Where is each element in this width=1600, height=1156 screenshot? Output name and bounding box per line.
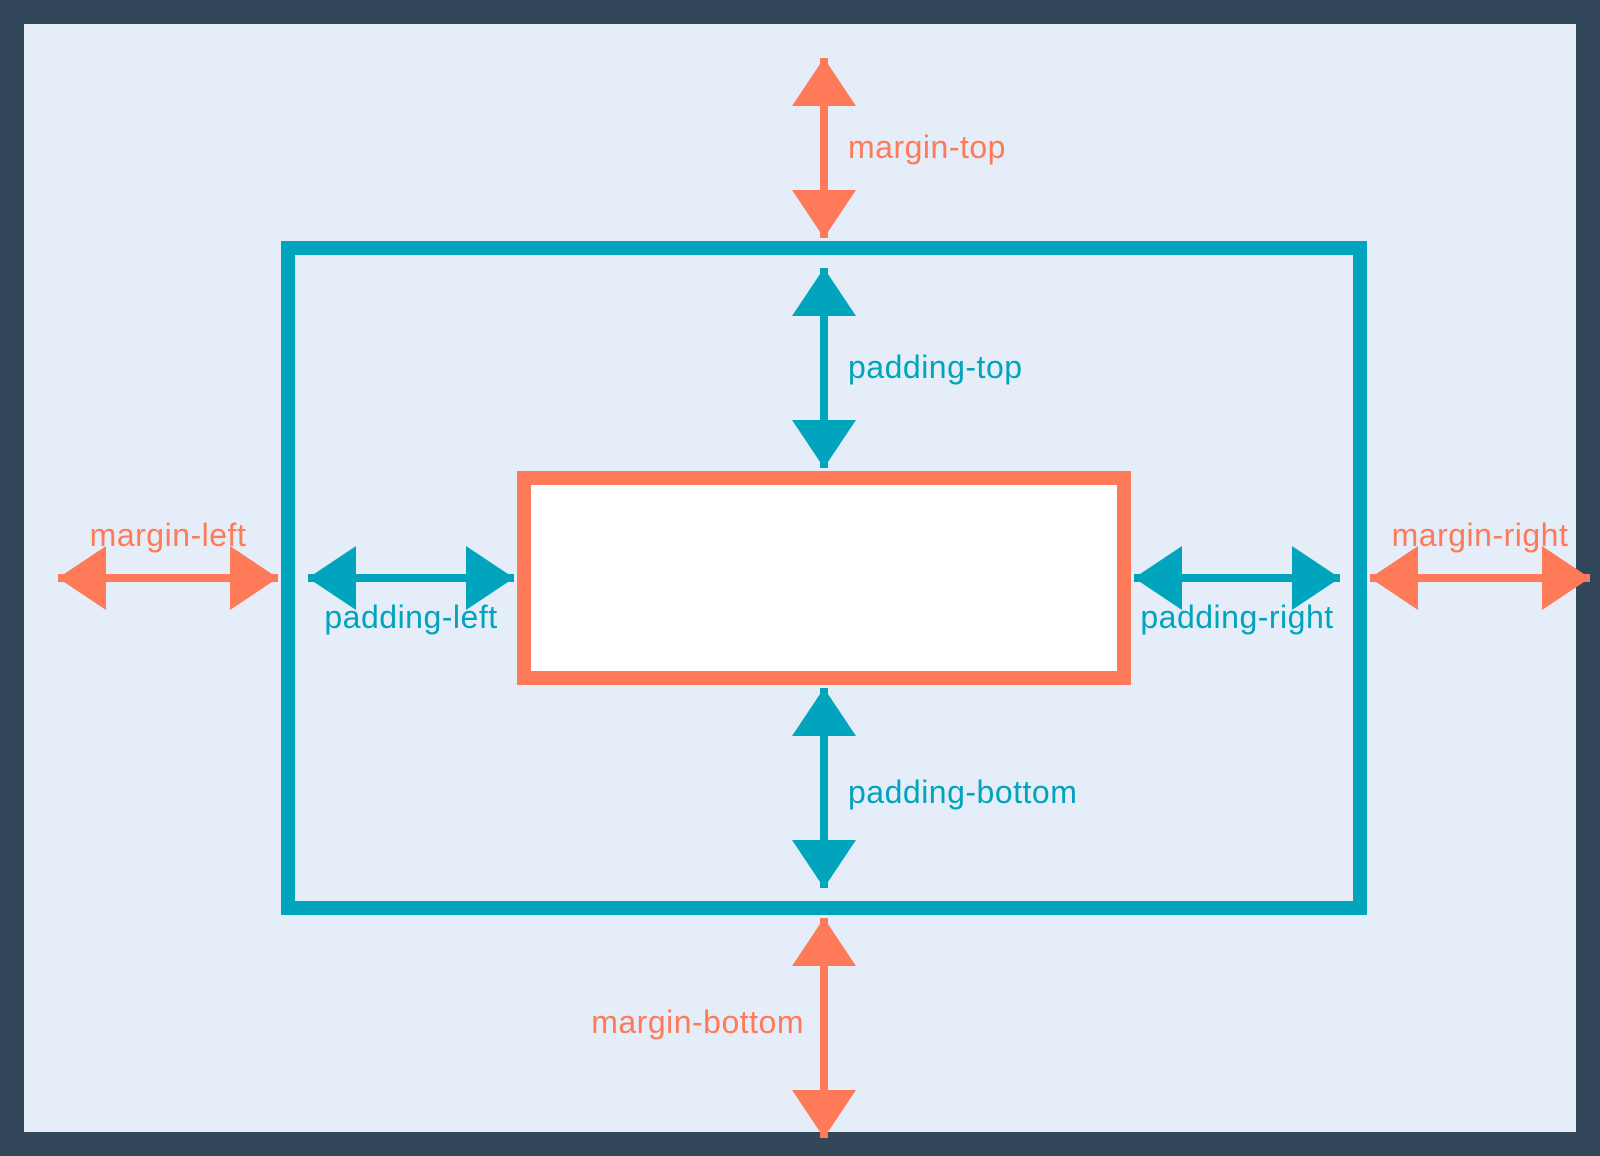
content-box	[524, 478, 1124, 678]
outer-frame: margin-top margin-bottom margin-left mar…	[0, 0, 1600, 1156]
label-padding-top: padding-top	[848, 349, 1023, 385]
label-padding-left: padding-left	[324, 599, 497, 635]
label-padding-right: padding-right	[1140, 599, 1333, 635]
label-padding-bottom: padding-bottom	[848, 774, 1077, 810]
label-margin-left: margin-left	[90, 517, 247, 553]
box-model-diagram: margin-top margin-bottom margin-left mar…	[48, 48, 1600, 1156]
label-margin-right: margin-right	[1392, 517, 1569, 553]
label-margin-bottom: margin-bottom	[591, 1004, 804, 1040]
label-margin-top: margin-top	[848, 129, 1006, 165]
